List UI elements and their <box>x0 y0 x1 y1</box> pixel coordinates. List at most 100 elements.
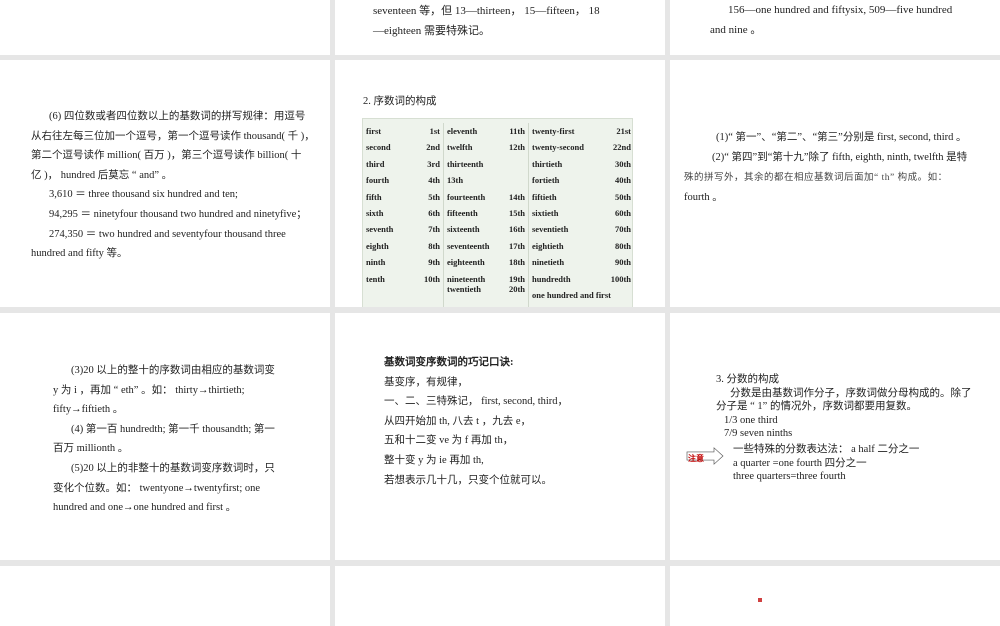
text-line: 1/3 one third <box>724 414 778 426</box>
slide-thumbnail[interactable] <box>0 566 330 626</box>
table-row: fifth 5th <box>363 189 443 205</box>
text-line: a quarter =one fourth 四分之一 <box>733 457 867 469</box>
table-row: ninth 9th <box>363 254 443 270</box>
table-row: sixtieth 60th <box>529 205 634 221</box>
ordinal-abbr: 11th <box>509 126 525 136</box>
ordinal-word: tenth <box>366 273 385 284</box>
table-row: hundredth 100th <box>529 271 634 287</box>
ordinal-word: eleventh <box>447 126 478 136</box>
text-line: 分子是 “ 1” 的情况外，序数词都要用复数。 <box>716 401 917 412</box>
table-row: thirteenth <box>444 156 528 172</box>
table-row: fifteenth 15th <box>444 205 528 221</box>
table-row: seventeenth 17th <box>444 238 528 254</box>
ordinal-word: sixth <box>366 207 384 218</box>
ordinal-word: sixtieth <box>532 207 559 218</box>
table-row: first 1st <box>363 123 443 139</box>
slide-thumbnail[interactable] <box>335 566 665 626</box>
ordinal-abbr: 90th <box>614 257 631 268</box>
ordinal-abbr: 5th <box>428 191 440 202</box>
slide-thumbnail[interactable] <box>670 566 1000 626</box>
slide-thumbnail[interactable]: 3. 分数的构成 分数是由基数词作分子，序数词做分母构成的。除了 分子是 “ 1… <box>670 313 1000 560</box>
ordinal-word: hundredth <box>532 273 571 284</box>
ordinal-abbr: 50th <box>614 191 631 202</box>
table-row: twenty-first 21st <box>529 123 634 139</box>
ordinal-word: twentieth <box>447 283 481 294</box>
text-line: 基变序，有规律， <box>384 376 468 388</box>
table-row: fortieth 40th <box>529 172 634 188</box>
table-row: eighth 8th <box>363 238 443 254</box>
ordinal-word: thirtieth <box>532 158 563 169</box>
ordinal-word: seventeenth <box>447 240 490 251</box>
ordinal-abbr: 10th <box>423 273 440 284</box>
slide-title: 基数词变序数词的巧记口诀: <box>384 357 514 368</box>
text-line: y 为 i ，再加 “ eth” 。如： thirty→thirtieth; <box>53 384 245 396</box>
ordinal-word: seventh <box>366 224 394 235</box>
text-line: (3)20 以上的整十的序数词由相应的基数词变 <box>71 365 275 376</box>
table-row: tenth 10th <box>363 271 443 287</box>
ordinal-word: twenty-second <box>532 142 584 153</box>
ordinal-word: first <box>366 126 382 136</box>
text-line: hundred and fifty 等。 <box>31 248 128 260</box>
red-mark <box>758 598 762 602</box>
slide-thumbnail[interactable]: (6) 四位数或者四位数以上的基数词的拼写规律：用逗号 从右往左每三位加一个逗号… <box>0 60 330 307</box>
slide-thumbnail[interactable]: 156—one hundred and fiftysix, 509—five h… <box>670 0 1000 55</box>
slide-thumbnail[interactable]: 2. 序数词的构成 first 1st second 2nd third 3rd fourt… <box>335 60 665 307</box>
ordinal-word: sixteenth <box>447 224 480 235</box>
note-label: 注意 <box>688 454 704 463</box>
table-row: second 2nd <box>363 139 443 155</box>
text-line: 五和十二变 ve 为 f 再加 th， <box>384 435 514 447</box>
ordinal-abbr: 17th <box>508 240 525 251</box>
table-row: one hundred and first <box>529 287 634 303</box>
text-line: and nine 。 <box>710 23 762 36</box>
text-line: (2)“ 第四”到“第十九”除了 fifth, eighth, ninth, t… <box>712 152 968 163</box>
text-line: 亿 )， hundred 后莫忘 “ and” 。 <box>31 169 173 181</box>
table-row: fourth 4th <box>363 172 443 188</box>
text-line: 一些特殊的分数表达法： a half 二分之一 <box>733 444 920 455</box>
table-row: ninetieth 90th <box>529 254 634 270</box>
ordinal-word: twelfth <box>447 142 473 153</box>
ordinal-abbr: 30th <box>614 158 631 169</box>
ordinal-abbr: 80th <box>614 240 631 251</box>
slide-title: 3. 分数的构成 <box>716 374 779 385</box>
text-line: 从右往左每三位加一个逗号，第一个逗号读作 thousand( 千 )， <box>31 130 315 142</box>
ordinal-word: fifth <box>366 191 382 202</box>
ordinal-abbr: 1st <box>429 126 440 136</box>
text-line: 156—one hundred and fiftysix, 509—five h… <box>728 4 953 16</box>
ordinal-abbr: 18th <box>508 257 525 268</box>
text-line: (4) 第一百 hundredth; 第一千 thousandth; 第一 <box>71 423 275 435</box>
ordinal-abbr: 22nd <box>613 142 631 153</box>
ordinal-table: first 1st second 2nd third 3rd fourth 4th fifth 5… <box>362 118 633 307</box>
ordinal-word: one hundred and first <box>532 289 611 300</box>
ordinal-word: fortieth <box>532 175 560 186</box>
table-row: twentieth 20th <box>444 281 528 297</box>
text-line: seventeen 等，但 13—thirteen， 15—fifteen， 1… <box>373 5 600 17</box>
ordinal-abbr: 14th <box>508 191 525 202</box>
ordinal-abbr: 21st <box>616 126 631 136</box>
text-line: fourth 。 <box>684 192 723 203</box>
text-line: (1)“ 第一”、“第二”、“第三”分别是 first, second, thi… <box>716 132 967 143</box>
ordinal-abbr: 12th <box>508 142 525 153</box>
text-line: fifty→fiftieth 。 <box>53 404 124 416</box>
text-line: 94,295 ＝ ninetyfour thousand two hundred… <box>49 208 307 220</box>
table-row: twelfth 12th <box>444 139 528 155</box>
ordinal-word: eightieth <box>532 240 564 251</box>
slide-thumbnail[interactable] <box>0 0 330 55</box>
text-line: three quarters=three fourth <box>733 471 846 482</box>
text-line: (6) 四位数或者四位数以上的基数词的拼写规律：用逗号 <box>49 111 306 122</box>
ordinal-word: fourth <box>366 175 390 186</box>
slide-thumbnail[interactable]: seventeen 等，但 13—thirteen， 15—fifteen， 1… <box>335 0 665 55</box>
ordinal-word: third <box>366 158 385 169</box>
ordinal-abbr: 60th <box>614 207 631 218</box>
ordinal-abbr: 9th <box>428 257 440 268</box>
text-line: 7/9 seven ninths <box>724 428 793 439</box>
slide-thumbnail[interactable]: (1)“ 第一”、“第二”、“第三”分别是 first, second, thi… <box>670 60 1000 307</box>
slide-thumbnail[interactable]: (3)20 以上的整十的序数词由相应的基数词变 y 为 i ，再加 “ eth”… <box>0 313 330 560</box>
slide-thumbnail[interactable]: 基数词变序数词的巧记口诀: 基变序，有规律， 一、二、三特殊记， first, … <box>335 313 665 560</box>
ordinal-word: eighth <box>366 240 389 251</box>
ordinal-word: ninetieth <box>532 257 565 268</box>
text-line: 若想表示几十几，只变个位就可以。 <box>384 474 552 486</box>
ordinal-word: 13th <box>447 175 464 186</box>
text-line: 一、二、三特殊记， first, second, third， <box>384 396 569 408</box>
ordinal-abbr: 70th <box>614 224 631 235</box>
ordinal-abbr: 4th <box>428 175 440 186</box>
